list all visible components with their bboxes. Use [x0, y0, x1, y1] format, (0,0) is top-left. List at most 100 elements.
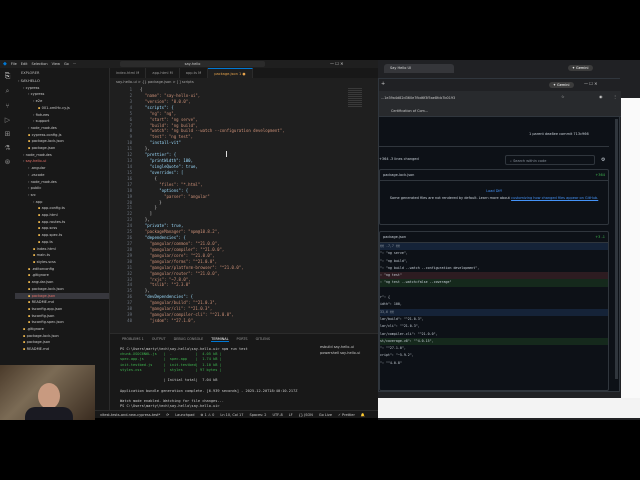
tree-item[interactable]: ▪ 001-xmlHc.cy.js — [15, 105, 109, 112]
file-name[interactable]: package-lock.json — [383, 173, 414, 177]
tree-item[interactable]: ▪ cypress.config.js — [15, 132, 109, 139]
tree-item[interactable]: › support — [15, 118, 109, 125]
panel-tab[interactable]: DEBUG CONSOLE — [174, 337, 204, 342]
menu-more[interactable]: ··· — [73, 62, 76, 66]
status-item[interactable]: UTF-8 — [272, 413, 282, 417]
tree-item[interactable]: ▪ package.json — [15, 145, 109, 152]
tree-item[interactable]: ▪ tsconfig.spec.json — [15, 319, 109, 326]
tree-item[interactable]: › say-hello-ui — [15, 158, 109, 165]
new-tab-icon[interactable]: + — [381, 81, 385, 87]
search-icon[interactable]: ⌕ — [6, 87, 10, 96]
status-item[interactable]: ⊗ 1 ⚠ 0 — [201, 413, 215, 417]
bookmark-item[interactable]: Certification of Com... — [391, 109, 428, 113]
tree-item[interactable]: ▪ package-lock.json — [15, 286, 109, 293]
tree-item[interactable]: ▪ app.scss — [15, 225, 109, 232]
search-within-code[interactable]: ⌕ Search within code — [505, 155, 595, 165]
tree-item[interactable]: ▪ main.ts — [15, 252, 109, 259]
terminal-instance[interactable]: powershell say-hello-ui — [320, 350, 360, 356]
browser-tab[interactable]: Say Hello UI — [384, 64, 454, 73]
gemini-button-back[interactable]: ✦ Gemini — [568, 65, 593, 71]
extensions-icon[interactable]: ⊞ — [5, 130, 11, 138]
tree-item[interactable]: › node_modules — [15, 179, 109, 186]
tree-item[interactable]: ▪ tsconfig.json — [15, 313, 109, 320]
menu-view[interactable]: View — [52, 62, 60, 66]
tree-item[interactable]: › .vscode — [15, 172, 109, 179]
status-item[interactable]: ✓ Prettier — [338, 413, 355, 417]
tree-item[interactable]: ▪ app.ts — [15, 239, 109, 246]
tree-item[interactable]: ▪ styles.scss — [15, 259, 109, 266]
remote-icon[interactable]: ⊛ — [5, 158, 11, 166]
tree-item[interactable]: ▪ app.routes.ts — [15, 219, 109, 226]
profile-icon[interactable]: ◉ — [599, 94, 603, 99]
window-controls[interactable]: — ☐ ✕ — [584, 81, 597, 86]
bookmark-star-icon[interactable]: ☆ — [561, 94, 565, 99]
tree-item[interactable]: ▪ app.html — [15, 212, 109, 219]
menu-edit[interactable]: Edit — [21, 62, 28, 66]
tree-item[interactable]: ▪ tsconfig.app.json — [15, 306, 109, 313]
command-center[interactable]: say-hello — [120, 61, 265, 67]
run-debug-icon[interactable]: ▷ — [5, 116, 10, 124]
minimap[interactable] — [348, 88, 362, 108]
gemini-button[interactable]: ✦ Gemini — [549, 82, 574, 88]
editor-tab[interactable]: package.json 1 ● — [208, 68, 253, 78]
menu-file[interactable]: File — [11, 62, 17, 66]
tree-item[interactable]: ▪ .gitignore — [15, 272, 109, 279]
panel-tab[interactable]: PORTS — [237, 337, 248, 342]
tree-item[interactable]: › SAY-HELLO — [15, 78, 109, 85]
tree-item[interactable]: › app — [15, 199, 109, 206]
tree-item[interactable]: › cypress — [15, 85, 109, 92]
editor-tab[interactable]: app.html M — [146, 68, 180, 78]
tree-item[interactable]: › node_modules — [15, 125, 109, 132]
settings-gear-icon[interactable]: ⚙ — [601, 157, 605, 163]
tree-item[interactable]: › src — [15, 192, 109, 199]
tree-item[interactable]: › node_modules — [15, 152, 109, 159]
panel-tab[interactable]: OUTPUT — [152, 337, 166, 342]
tree-item[interactable]: ▪ package.json — [15, 339, 109, 346]
load-diff-link[interactable]: Load Diff — [380, 189, 608, 193]
tree-item[interactable]: ▪ .gitignore — [15, 326, 109, 333]
code-area[interactable]: 1{2 "name": "say-hello-ui", 3 "version": … — [110, 87, 284, 324]
window-controls[interactable]: — ☐ ✕ — [330, 61, 343, 66]
tree-item[interactable]: › e2e — [15, 98, 109, 105]
panel-tab[interactable]: TERMINAL — [211, 337, 229, 342]
menu-selection[interactable]: Selection — [32, 62, 48, 66]
tree-item[interactable]: ▪ README.md — [15, 346, 109, 353]
status-item[interactable]: {} JSON — [299, 413, 313, 417]
address-bar[interactable]: ...1e39a4d82d360e7fbd6f3f5ae8fcb7b0193 — [381, 94, 561, 102]
status-item[interactable]: Ln 10, Col 17 — [220, 413, 243, 417]
panel-tab[interactable]: GITLENS — [256, 337, 270, 342]
editor-tab[interactable]: app.ts M — [180, 68, 209, 78]
menu-icon[interactable]: ⋮ — [613, 94, 617, 99]
testing-icon[interactable]: ⚗ — [4, 144, 10, 152]
file-name[interactable]: package.json — [383, 235, 406, 239]
status-item[interactable]: Go Live — [319, 413, 332, 417]
tree-item[interactable]: ▪ package-lock.json — [15, 138, 109, 145]
customizing-link[interactable]: customizing how changed files appear on … — [511, 196, 598, 200]
tree-item[interactable]: ▪ package-lock.json — [15, 333, 109, 340]
source-control-icon[interactable]: ⑂ — [5, 102, 9, 110]
editor-tab[interactable]: index.html M — [110, 68, 147, 78]
tree-item[interactable]: › cypress — [15, 91, 109, 98]
tree-item[interactable]: ▪ app.spec.ts — [15, 232, 109, 239]
status-item[interactable]: 🔔 — [361, 413, 365, 417]
panel-tab[interactable]: PROBLEMS 1 — [122, 337, 144, 342]
tree-item[interactable]: ▪ angular.json — [15, 279, 109, 286]
status-item[interactable]: Spaces: 2 — [249, 413, 266, 417]
tree-item[interactable]: › .angular — [15, 165, 109, 172]
tree-item[interactable]: ▪ app.config.ts — [15, 205, 109, 212]
tree-item[interactable]: › fixtures — [15, 112, 109, 119]
status-item[interactable]: Launchpad — [175, 413, 194, 417]
tree-item-label: index.html — [36, 246, 56, 251]
status-item[interactable]: LF — [289, 413, 293, 417]
tree-item[interactable]: ▪ index.html — [15, 246, 109, 253]
menu-go[interactable]: Go — [64, 62, 69, 66]
explorer-icon[interactable]: ⎘ — [5, 72, 11, 81]
tree-item[interactable]: ▪ README.md — [15, 299, 109, 306]
status-item[interactable]: vitest-tests-and-new-cypress-test* — [100, 413, 160, 417]
status-item[interactable]: ⟳ — [166, 413, 169, 417]
page-scrollbar[interactable] — [615, 119, 618, 379]
tree-item[interactable]: ▪ .editorconfig — [15, 266, 109, 273]
tree-item[interactable]: ▪ package.json — [15, 292, 109, 300]
breadcrumb[interactable]: say-hello-ui > {} package.json > [ ] scr… — [110, 78, 378, 86]
tree-item[interactable]: › public — [15, 185, 109, 192]
